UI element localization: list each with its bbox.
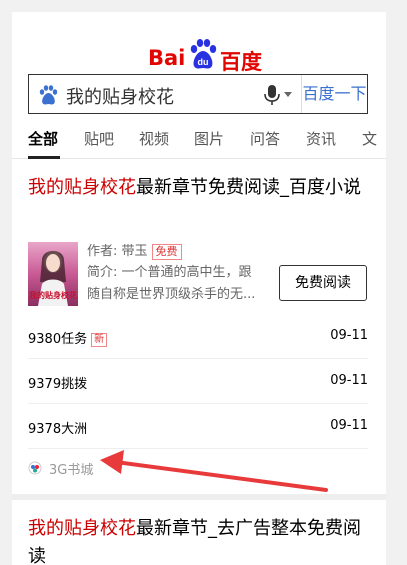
- tab-video[interactable]: 视频: [139, 128, 169, 149]
- free-badge: 免费: [151, 244, 182, 260]
- tab-images[interactable]: 图片: [194, 128, 224, 149]
- chapter-row[interactable]: 9379挑拨 09-11: [28, 359, 368, 404]
- chapter-date: 09-11: [330, 328, 368, 343]
- result-title[interactable]: 我的贴身校花最新章节免费阅读_百度小说: [28, 174, 376, 202]
- chapter-name: 9378大洲: [28, 422, 88, 437]
- tab-wenku[interactable]: 文: [362, 128, 377, 149]
- chapter-row[interactable]: 9378大洲 09-11: [28, 404, 368, 449]
- author-name[interactable]: 带玉: [122, 244, 148, 259]
- author-label: 作者:: [87, 244, 118, 259]
- chapter-row[interactable]: 9380任务新 09-11: [28, 314, 368, 359]
- tab-all[interactable]: 全部: [28, 128, 58, 149]
- result-title[interactable]: 我的贴身校花最新章节_去广告整本免费阅读: [28, 515, 376, 565]
- search-box: 我的贴身校花 百度一下: [28, 74, 368, 114]
- author-row: 作者: 带玉 免费: [87, 240, 182, 260]
- microphone-icon[interactable]: [263, 84, 281, 106]
- search-results-page: Bai du 百度 我的贴身校花 百度一下 全部 贴吧 视频 图片 问答 资讯 …: [12, 12, 386, 565]
- search-button[interactable]: 百度一下: [302, 75, 367, 113]
- book-cover-image[interactable]: 我的贴身校花: [28, 242, 78, 306]
- tab-qa[interactable]: 问答: [250, 128, 280, 149]
- logo-text-bai: Bai: [148, 46, 186, 70]
- chapter-name: 9379挑拨: [28, 377, 88, 392]
- title-rest: 最新章节免费阅读_百度小说: [136, 177, 361, 198]
- search-paw-icon: [39, 85, 58, 105]
- chapter-date: 09-11: [330, 418, 368, 433]
- title-keyword: 我的贴身校花: [28, 177, 136, 198]
- logo-text-cn: 百度: [220, 50, 262, 74]
- free-read-button[interactable]: 免费阅读: [279, 265, 367, 301]
- voice-dropdown-icon[interactable]: [284, 92, 292, 97]
- cover-title-text: 我的贴身校花: [29, 290, 77, 300]
- description-line: 随自称是世界顶级杀手的无...: [87, 287, 256, 302]
- search-input[interactable]: 我的贴身校花: [66, 83, 174, 109]
- active-tab-indicator: [28, 156, 60, 159]
- logo-text-du: du: [198, 57, 209, 67]
- new-badge: 新: [91, 333, 108, 347]
- book-description: 简介: 一个普通的高中生，跟 随自称是世界顶级杀手的无...: [87, 262, 277, 306]
- result-separator: [12, 494, 386, 500]
- chapter-name: 9380任务: [28, 332, 88, 347]
- title-keyword: 我的贴身校花: [28, 518, 136, 539]
- chapter-name-wrap: 9380任务新: [28, 328, 108, 347]
- tab-news[interactable]: 资讯: [306, 128, 336, 149]
- tab-tieba[interactable]: 贴吧: [84, 128, 114, 149]
- source-site-icon: [28, 461, 42, 475]
- source-name: 3G书城: [49, 463, 94, 478]
- chapter-date: 09-11: [330, 373, 368, 388]
- description-line: 简介: 一个普通的高中生，跟: [87, 265, 252, 280]
- baidu-logo[interactable]: Bai du 百度: [148, 36, 288, 74]
- paw-icon: du: [190, 39, 217, 69]
- search-tabs: 全部 贴吧 视频 图片 问答 资讯 文: [12, 128, 386, 159]
